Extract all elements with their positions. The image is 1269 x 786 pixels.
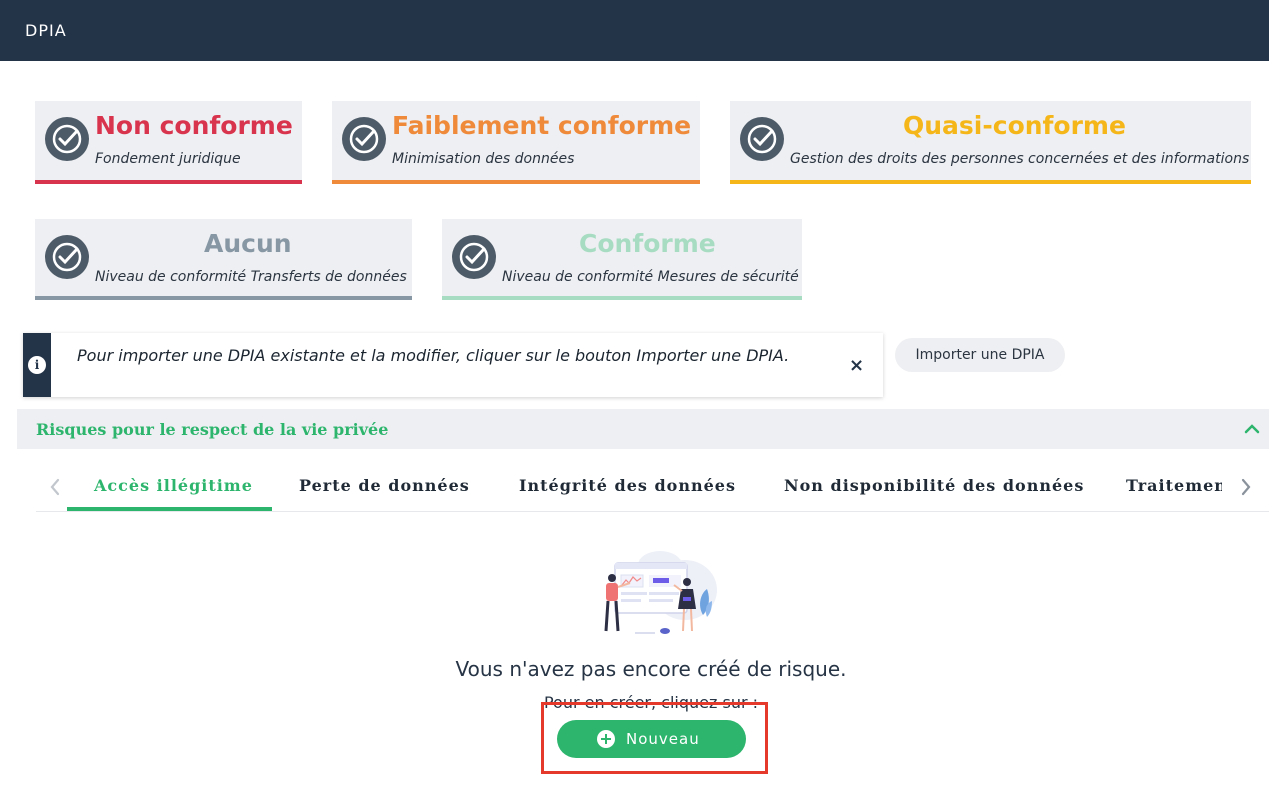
chevron-right-icon[interactable]: [1239, 476, 1253, 504]
card-status-bar: [35, 296, 412, 300]
risk-tabs: Accès illégitime Perte de données Intégr…: [36, 462, 1269, 512]
compliance-card-minimisation[interactable]: Faiblement conforme Minimisation des don…: [332, 101, 700, 184]
new-button-label: Nouveau: [626, 730, 700, 748]
import-dpia-button[interactable]: Importer une DPIA: [895, 338, 1065, 372]
new-risk-button[interactable]: Nouveau: [557, 720, 746, 758]
check-circle-icon: [45, 235, 89, 279]
info-icon: i: [28, 356, 46, 374]
chevron-left-icon[interactable]: [48, 476, 62, 504]
card-status: Non conforme: [95, 111, 293, 140]
chevron-up-icon[interactable]: [1243, 420, 1261, 442]
card-status: Aucun: [204, 229, 292, 258]
empty-state-illustration: [585, 545, 720, 640]
compliance-card-fondement[interactable]: Non conforme Fondement juridique: [35, 101, 302, 184]
check-circle-icon: [342, 117, 386, 161]
accordion-title: Risques pour le respect de la vie privée: [36, 420, 389, 439]
card-status: Conforme: [579, 229, 716, 258]
top-bar: DPIA: [0, 0, 1269, 61]
card-status: Quasi-conforme: [903, 111, 1126, 140]
info-message: Pour importer une DPIA existante et la m…: [77, 346, 790, 365]
compliance-card-transferts[interactable]: Aucun Niveau de conformité Transferts de…: [35, 219, 412, 300]
card-label: Niveau de conformité Mesures de sécurité: [502, 269, 799, 285]
card-status-bar: [35, 180, 302, 184]
card-label: Gestion des droits des personnes concern…: [790, 151, 1250, 167]
card-label: Niveau de conformité Transferts de donné…: [95, 269, 407, 285]
card-label: Minimisation des données: [392, 151, 575, 167]
tab-non-disponibilite[interactable]: Non disponibilité des données: [784, 476, 1084, 495]
app-title: DPIA: [25, 21, 67, 40]
card-status-bar: [442, 296, 802, 300]
risks-accordion-header[interactable]: Risques pour le respect de la vie privée: [17, 409, 1269, 449]
plus-circle-icon: [597, 730, 615, 748]
compliance-card-securite[interactable]: Conforme Niveau de conformité Mesures de…: [442, 219, 802, 300]
close-icon[interactable]: ×: [849, 355, 864, 376]
card-status: Faiblement conforme: [392, 111, 692, 140]
card-status-bar: [730, 180, 1251, 184]
active-tab-indicator: [67, 507, 272, 511]
card-label: Fondement juridique: [95, 151, 241, 167]
check-circle-icon: [452, 235, 496, 279]
compliance-card-droits[interactable]: Quasi-conforme Gestion des droits des pe…: [730, 101, 1251, 184]
info-banner: i Pour importer une DPIA existante et la…: [23, 333, 883, 397]
check-circle-icon: [740, 117, 784, 161]
tab-traitement[interactable]: Traitemen: [1126, 476, 1222, 495]
empty-state-title: Vous n'avez pas encore créé de risque.: [455, 657, 847, 681]
card-status-bar: [332, 180, 700, 184]
check-circle-icon: [45, 117, 89, 161]
tab-acces-illegitime[interactable]: Accès illégitime: [94, 476, 253, 495]
tab-perte-donnees[interactable]: Perte de données: [299, 476, 470, 495]
info-strip: i: [23, 333, 51, 397]
tab-integrite-donnees[interactable]: Intégrité des données: [519, 476, 736, 495]
